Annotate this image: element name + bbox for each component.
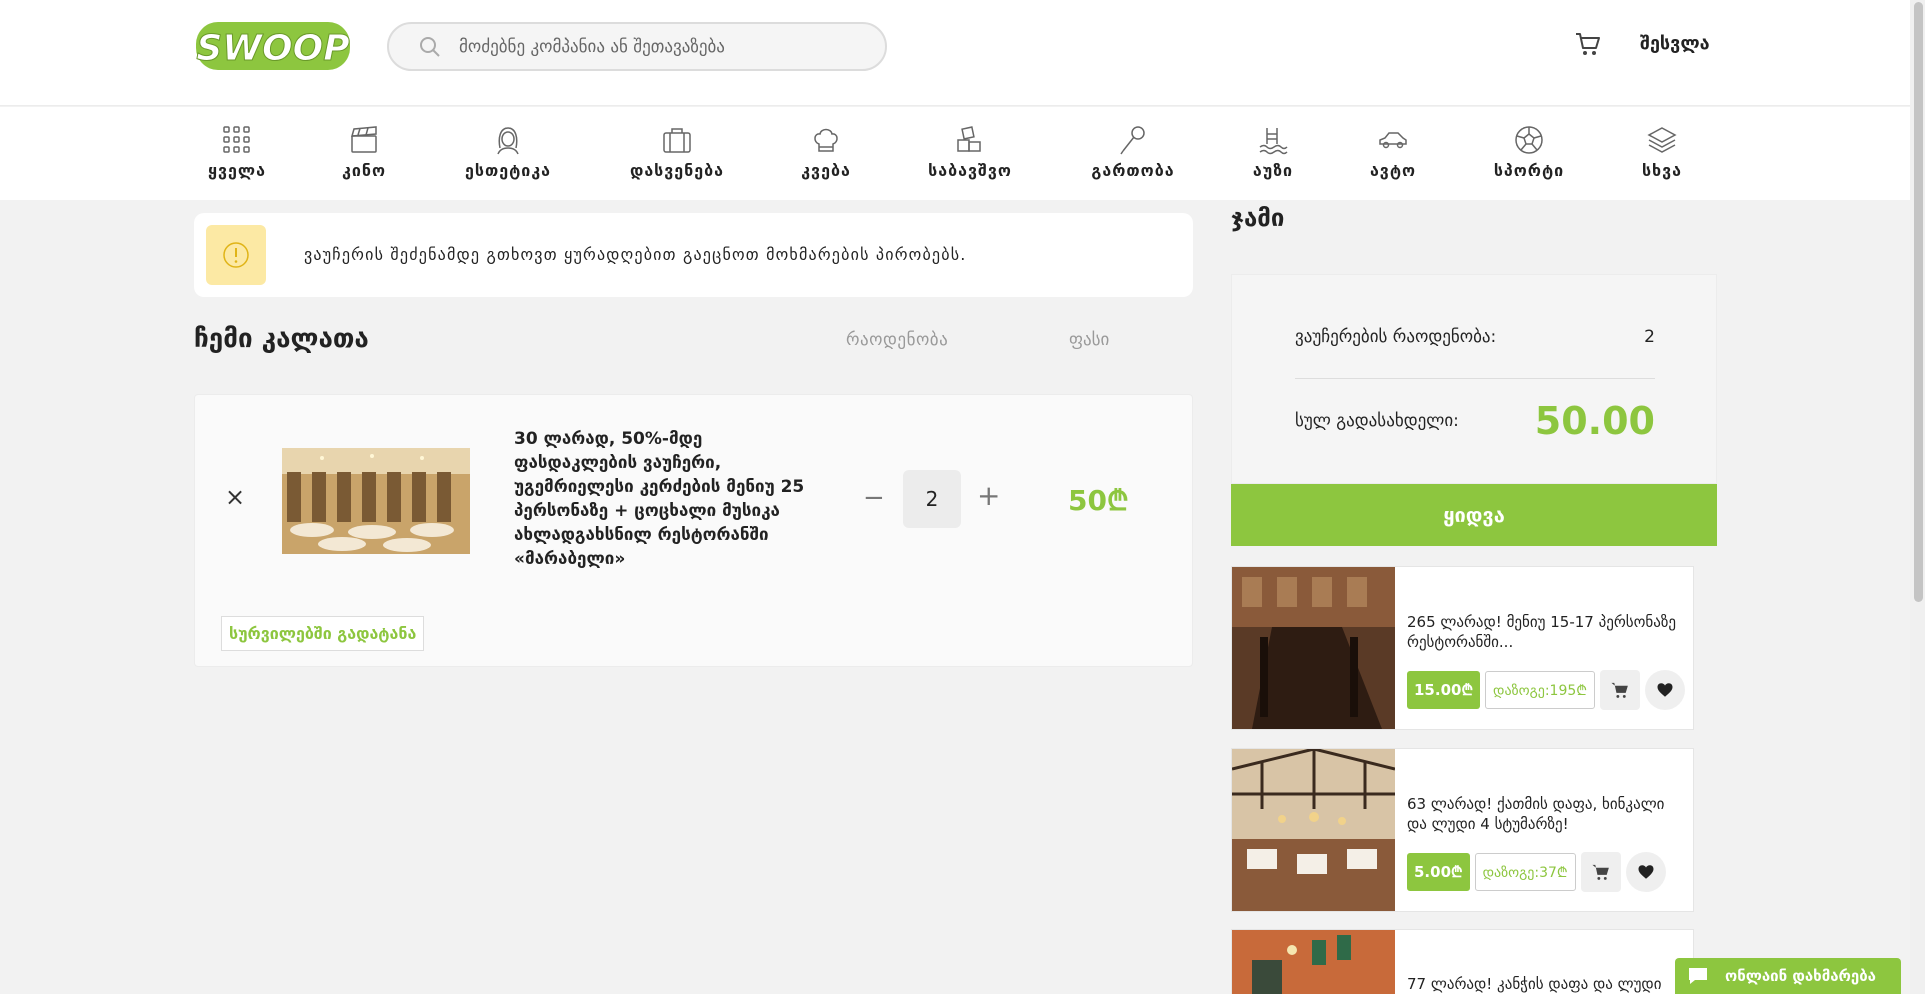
chat-label: ონლაინ დახმარება (1725, 967, 1876, 985)
summary-title: ჯამი (1231, 204, 1285, 232)
remove-item-button[interactable]: × (225, 483, 245, 511)
total-label: სულ გადასახდელი: (1295, 411, 1459, 431)
offer-title[interactable]: 265 ლარად! მენიუ 15-17 პერსონაზე რესტორა… (1407, 612, 1687, 652)
voucher-notice: ვაუჩერის შეძენამდე გთხოვთ ყურადღებით გაე… (194, 213, 1193, 297)
category-label: დასვენება (629, 161, 725, 180)
add-to-cart-button[interactable] (1600, 670, 1641, 710)
category-label: სპორტი (1493, 161, 1565, 180)
cart-icon[interactable] (1574, 30, 1602, 58)
voucher-count-value: 2 (1644, 327, 1655, 347)
header: SWOOP შესვლა (0, 0, 1925, 106)
buy-button[interactable]: ყიდვა (1231, 484, 1717, 546)
quantity-value[interactable]: 2 (903, 470, 961, 528)
category-auto[interactable]: ავტო (1318, 124, 1468, 180)
offer-card[interactable]: 77 ლარად! კანჭის დაფა და ლუდი (1231, 929, 1694, 994)
item-title[interactable]: 30 ლარად, 50%-მდე ფასდაკლების ვაუჩერი, უ… (514, 427, 824, 571)
chef-hat-icon (814, 128, 838, 152)
car-icon (1379, 132, 1407, 149)
column-quantity: რაოდენობა (846, 330, 949, 350)
category-label: კვება (801, 161, 851, 180)
heart-icon (1638, 865, 1654, 879)
category-label: ესთეტიკა (464, 161, 552, 180)
microphone-icon (1120, 126, 1145, 155)
category-label: კინო (341, 161, 387, 180)
grid-icon (223, 126, 250, 153)
cart-item: × 30 ლარად, 50%-მდე ფასდაკლების ვაუჩერი,… (194, 394, 1193, 667)
notice-icon-box (206, 225, 266, 285)
move-to-wishlist-button[interactable]: სურვილებში გადატანა (221, 616, 425, 651)
category-label: ავტო (1369, 161, 1417, 180)
search-input[interactable] (459, 36, 859, 57)
cart-icon (1611, 682, 1628, 698)
column-price: ფასი (1069, 330, 1110, 350)
summary-divider (1295, 378, 1655, 379)
toy-blocks-icon (957, 126, 981, 152)
offer-image[interactable] (1232, 930, 1395, 994)
quantity-increase-button[interactable]: + (977, 479, 1000, 512)
category-cinema[interactable]: კინო (289, 124, 439, 180)
swoop-logo[interactable]: SWOOP (194, 18, 352, 74)
layers-icon (1647, 127, 1677, 153)
offer-actions: 15.00₾ დაზოგე:195₾ (1407, 670, 1686, 710)
chat-bubble-icon (1689, 968, 1707, 984)
offer-savings: დაზოგე:195₾ (1485, 671, 1596, 709)
heart-icon (1657, 683, 1673, 697)
category-rest[interactable]: დასვენება (602, 124, 752, 180)
offer-title[interactable]: 77 ლარად! კანჭის დაფა და ლუდი (1407, 974, 1687, 994)
total-row: სულ გადასახდელი: 50.00 (1295, 399, 1655, 443)
category-aesthetics[interactable]: ესთეტიკა (433, 124, 583, 180)
scrollbar-thumb[interactable] (1914, 2, 1923, 602)
category-label: აუზი (1252, 161, 1294, 180)
online-help-chat[interactable]: ონლაინ დახმარება (1675, 958, 1901, 994)
offer-title[interactable]: 63 ლარად! ქათმის დაფა, ხინკალი და ლუდი 4… (1407, 794, 1687, 834)
offer-savings: დაზოგე:37₾ (1474, 853, 1576, 891)
login-link[interactable]: შესვლა (1640, 33, 1710, 54)
total-value: 50.00 (1534, 399, 1655, 443)
offer-price: 15.00₾ (1407, 671, 1481, 709)
category-food[interactable]: კვება (751, 124, 901, 180)
category-other[interactable]: სხვა (1587, 124, 1737, 180)
category-entertainment[interactable]: გართობა (1058, 124, 1208, 180)
woman-face-icon (497, 127, 519, 155)
offer-actions: 5.00₾ დაზოგე:37₾ (1407, 852, 1666, 892)
voucher-count-label: ვაუჩერების რაოდენობა: (1295, 327, 1497, 347)
offer-card[interactable]: 63 ლარად! ქათმის დაფა, ხინკალი და ლუდი 4… (1231, 748, 1694, 912)
category-label: საბავშვო (928, 161, 1012, 180)
offer-card[interactable]: 265 ლარად! მენიუ 15-17 პერსონაზე რესტორა… (1231, 566, 1694, 730)
item-thumbnail[interactable] (282, 448, 470, 554)
add-to-wishlist-button[interactable] (1645, 670, 1686, 710)
item-price: 50₾ (1068, 484, 1129, 517)
category-label: გართობა (1091, 161, 1175, 180)
category-kids[interactable]: საბავშვო (895, 124, 1045, 180)
clapperboard-icon (350, 126, 377, 153)
search-icon (420, 36, 440, 57)
cart-title: ჩემი კალათა (194, 324, 369, 354)
notice-text: ვაუჩერის შეძენამდე გთხოვთ ყურადღებით გაე… (304, 245, 967, 264)
category-label: ყველა (208, 161, 266, 180)
offer-price: 5.00₾ (1407, 853, 1470, 891)
quantity-decrease-button[interactable]: − (863, 483, 885, 513)
search-bar[interactable] (387, 22, 887, 71)
add-to-cart-button[interactable] (1580, 852, 1621, 892)
voucher-count-row: ვაუჩერების რაოდენობა: 2 (1295, 327, 1655, 347)
offer-image[interactable] (1232, 749, 1395, 911)
add-to-wishlist-button[interactable] (1625, 852, 1666, 892)
offer-image[interactable] (1232, 567, 1395, 729)
category-nav: ყველა კინო ესთეტიკა დასვენება კვება საბა… (0, 107, 1925, 200)
category-label: სხვა (1641, 161, 1683, 180)
suitcase-icon (663, 128, 691, 153)
category-sport[interactable]: სპორტი (1454, 124, 1604, 180)
logo-text: SWOOP (196, 28, 349, 69)
warning-icon (223, 242, 249, 268)
cart-icon (1592, 864, 1609, 880)
ball-icon (1515, 126, 1543, 154)
pool-icon (1259, 128, 1288, 155)
summary-box: ვაუჩერების რაოდენობა: 2 სულ გადასახდელი:… (1231, 274, 1717, 484)
